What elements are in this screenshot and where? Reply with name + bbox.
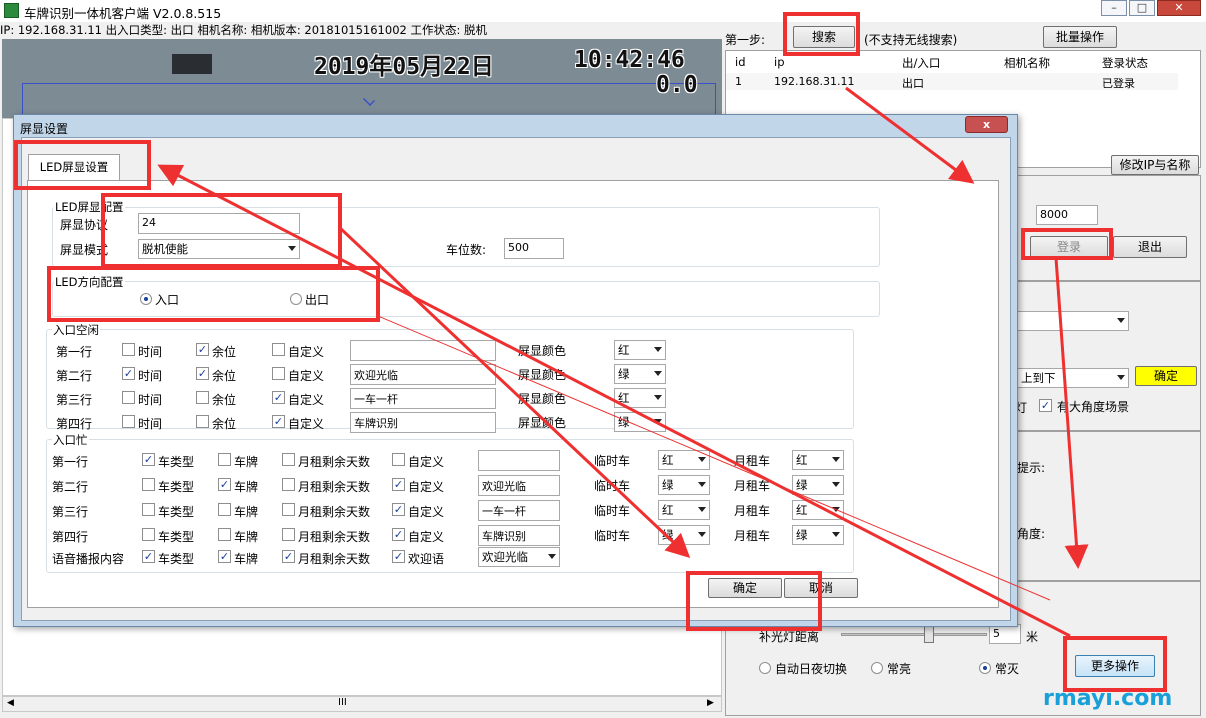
arrow-thin	[377, 315, 1051, 601]
arrow-more-to-tab	[157, 164, 1071, 638]
arrow-protocol-to-ok	[338, 226, 691, 559]
arrow-search-to-login	[845, 86, 975, 184]
annotation-arrows	[157, 86, 1089, 638]
arrow-login-to-more	[1054, 257, 1089, 569]
